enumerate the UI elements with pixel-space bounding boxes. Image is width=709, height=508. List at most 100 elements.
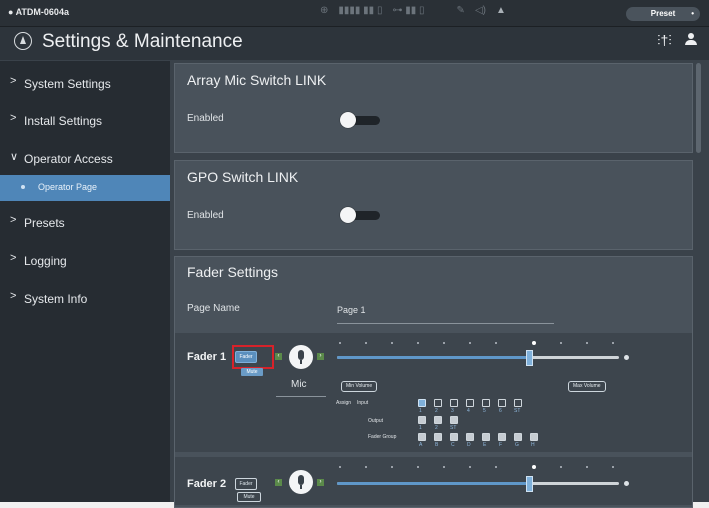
link-icon: ⊕ — [320, 5, 329, 16]
fader-group-label: Fader Group — [368, 434, 397, 440]
group-letter: E — [483, 442, 487, 448]
tick-dot-active — [532, 465, 536, 469]
fader-button[interactable]: Fader — [235, 478, 257, 490]
dropdown-dot-icon: • — [691, 9, 694, 18]
group-letter: H — [531, 442, 535, 448]
page-title: Settings & Maintenance — [42, 31, 243, 52]
app-window: ● ATDM-0604a ⊕ ▮▮▮▮ ▮▮ ▯ ⊶ ▮▮ ▯ ✎ ◁) ▲ P… — [0, 0, 709, 508]
sidebar-item-install-settings[interactable]: > Install Settings — [0, 108, 170, 134]
page-name-label: Page Name — [187, 303, 240, 314]
group-checkbox-d[interactable] — [466, 433, 474, 441]
meter-icon: ▮▮▮▮ ▮▮ ▯ — [338, 5, 383, 16]
input-checkbox-st[interactable] — [514, 399, 522, 407]
group-checkbox-g[interactable] — [514, 433, 522, 441]
user-icon[interactable] — [684, 33, 698, 47]
fader-1-row: Fader 1 Fader Mute ‹ › Mic Min Volume Ma… — [175, 333, 692, 452]
fader-slider-fill — [337, 356, 529, 359]
slider-end-dot — [624, 355, 629, 360]
mic-icon[interactable] — [289, 345, 313, 369]
chevron-right-icon: > — [10, 214, 17, 226]
mute-button[interactable]: Mute — [237, 492, 261, 502]
tick-dot — [469, 466, 471, 468]
input-number: 2 — [435, 408, 438, 414]
group-checkbox-f[interactable] — [498, 433, 506, 441]
input-checkbox-3[interactable] — [450, 399, 458, 407]
device-name: ● ATDM-0604a — [8, 7, 69, 17]
min-volume-button[interactable]: Min Volume — [341, 381, 378, 392]
page-name-underline — [337, 323, 554, 324]
tick-dot — [586, 466, 588, 468]
sidebar-item-logging[interactable]: > Logging — [0, 248, 170, 274]
fader-slider-fill — [337, 482, 529, 485]
group-letter: C — [451, 442, 455, 448]
sidebar-item-label: Operator Page — [38, 182, 98, 192]
output-number: ST — [450, 425, 457, 431]
group-checkbox-h[interactable] — [530, 433, 538, 441]
tick-dot — [339, 466, 341, 468]
input-number: 6 — [499, 408, 502, 414]
fader-name: Fader 2 — [187, 478, 227, 490]
sidebar-item-system-settings[interactable]: > System Settings — [0, 71, 170, 97]
max-volume-button[interactable]: Max Volume — [568, 381, 606, 392]
sidebar-item-operator-page[interactable]: Operator Page — [0, 175, 170, 201]
tick-dot — [417, 466, 419, 468]
fader-name: Fader 1 — [187, 351, 227, 363]
output-checkbox-1[interactable] — [418, 416, 426, 424]
input-checkbox-6[interactable] — [498, 399, 506, 407]
scrollbar-thumb[interactable] — [696, 63, 701, 153]
tick-dot — [495, 342, 497, 344]
tick-dot — [391, 342, 393, 344]
fader-slider-thumb[interactable] — [526, 350, 533, 366]
chevron-right-icon: > — [10, 112, 17, 124]
fader-settings-panel: Fader Settings Page Name Page 1 Fader 1 … — [174, 256, 693, 508]
fader-slider-thumb[interactable] — [526, 476, 533, 492]
gpo-panel: GPO Switch LINK Enabled — [174, 160, 693, 250]
input-label: Input — [357, 400, 369, 406]
output-label: Output — [368, 418, 384, 424]
output-checkbox-2[interactable] — [434, 416, 442, 424]
group-checkbox-c[interactable] — [450, 433, 458, 441]
source-underline — [276, 396, 326, 397]
warning-icon: ▲ — [495, 5, 506, 16]
sidebar-item-label: Presets — [24, 216, 65, 230]
preset-button[interactable]: Preset • — [626, 7, 700, 21]
source-label: Mic — [291, 379, 307, 390]
arrow-right-icon[interactable]: › — [317, 479, 324, 486]
sidebar-item-operator-access[interactable]: ∨ Operator Access — [0, 146, 170, 172]
arrow-left-icon[interactable]: ‹ — [275, 353, 282, 360]
tick-dot — [391, 466, 393, 468]
group-checkbox-b[interactable] — [434, 433, 442, 441]
array-mic-panel: Array Mic Switch LINK Enabled — [174, 63, 693, 153]
input-checkbox-1[interactable] — [418, 399, 426, 407]
group-checkbox-e[interactable] — [482, 433, 490, 441]
enabled-label: Enabled — [187, 210, 224, 221]
group-letter: A — [419, 442, 423, 448]
group-checkbox-a[interactable] — [418, 433, 426, 441]
page-name-input[interactable]: Page 1 — [337, 305, 366, 315]
output-checkbox-st[interactable] — [450, 416, 458, 424]
gpo-enabled-toggle[interactable] — [340, 207, 380, 223]
sidebar-item-presets[interactable]: > Presets — [0, 210, 170, 236]
tick-dot — [339, 342, 341, 344]
mute-button[interactable]: Mute — [241, 368, 263, 376]
arrow-right-icon[interactable]: › — [317, 353, 324, 360]
highlight-box — [232, 345, 274, 369]
array-mic-enabled-toggle[interactable] — [340, 112, 380, 128]
sidebar-item-system-info[interactable]: > System Info — [0, 286, 170, 312]
tick-dot — [612, 466, 614, 468]
input-number: 4 — [467, 408, 470, 414]
input-number: 1 — [419, 408, 422, 414]
tick-dot — [560, 466, 562, 468]
tick-dot — [560, 342, 562, 344]
bullet-icon — [21, 185, 25, 189]
input-checkbox-5[interactable] — [482, 399, 490, 407]
mic-icon[interactable] — [289, 470, 313, 494]
input-number: 5 — [483, 408, 486, 414]
input-checkbox-2[interactable] — [434, 399, 442, 407]
mixer-icon[interactable]: ⫶†⫶ — [657, 32, 672, 49]
scrollbar[interactable] — [694, 61, 706, 502]
sidebar: > System Settings > Install Settings ∨ O… — [0, 61, 170, 502]
main-content: Array Mic Switch LINK Enabled GPO Switch… — [174, 61, 694, 508]
input-checkbox-4[interactable] — [466, 399, 474, 407]
arrow-left-icon[interactable]: ‹ — [275, 479, 282, 486]
